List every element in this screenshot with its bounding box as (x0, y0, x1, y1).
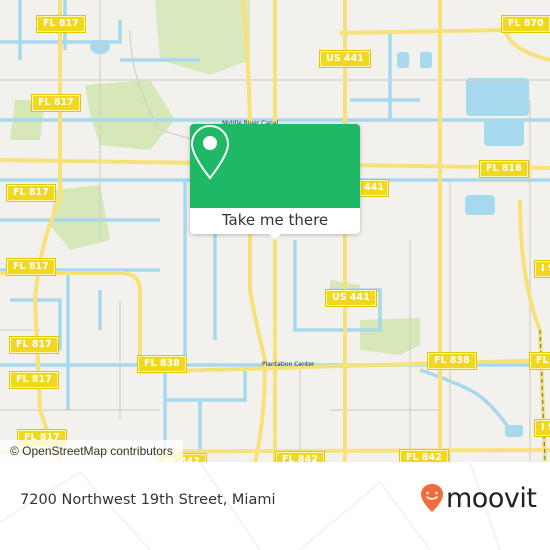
road-shield: FL 817 (6, 184, 56, 202)
road-shield: US 441 (325, 289, 377, 307)
road-shield: FL 838 (137, 355, 187, 373)
footer: 7200 Northwest 19th Street, Miami moovit (0, 462, 550, 550)
road-shield: 441 (359, 179, 389, 197)
road-shield: I 95 (533, 419, 550, 437)
road-shield: FL 817 (6, 258, 56, 276)
road-shield: FL 817 (31, 94, 81, 112)
map-attribution[interactable]: © OpenStreetMap contributors (0, 440, 183, 462)
road-shield: FL 842 (275, 451, 325, 462)
road-shield: I 95 (533, 260, 550, 278)
road-shield: FL 817 (36, 15, 86, 33)
plantation-label: Plantation Center (262, 361, 315, 368)
address-text: 7200 Northwest 19th Street, Miami (20, 492, 276, 508)
road-shield: FL 816 (479, 160, 529, 178)
road-shield: FL 838 (427, 352, 477, 370)
road-shield: US 441 (319, 50, 371, 68)
destination-popup: Take me there (190, 124, 360, 240)
moovit-pin-icon (421, 484, 443, 512)
moovit-logo[interactable]: moovit (420, 482, 537, 514)
road-shield: FL 842 (399, 449, 449, 462)
location-pin-icon (190, 124, 230, 180)
road-shield: FL 870 (501, 15, 550, 33)
popup-pointer (267, 232, 283, 240)
moovit-logo-text: moovit (446, 482, 537, 514)
road-shield: FL 838 (529, 352, 550, 370)
take-me-there-button[interactable]: Take me there (190, 208, 360, 234)
popup-header (190, 124, 360, 208)
map[interactable]: Middle River Canal Plantation Center FL … (0, 0, 550, 462)
road-shield: FL 817 (9, 371, 59, 389)
road-shield: FL 817 (9, 336, 59, 354)
